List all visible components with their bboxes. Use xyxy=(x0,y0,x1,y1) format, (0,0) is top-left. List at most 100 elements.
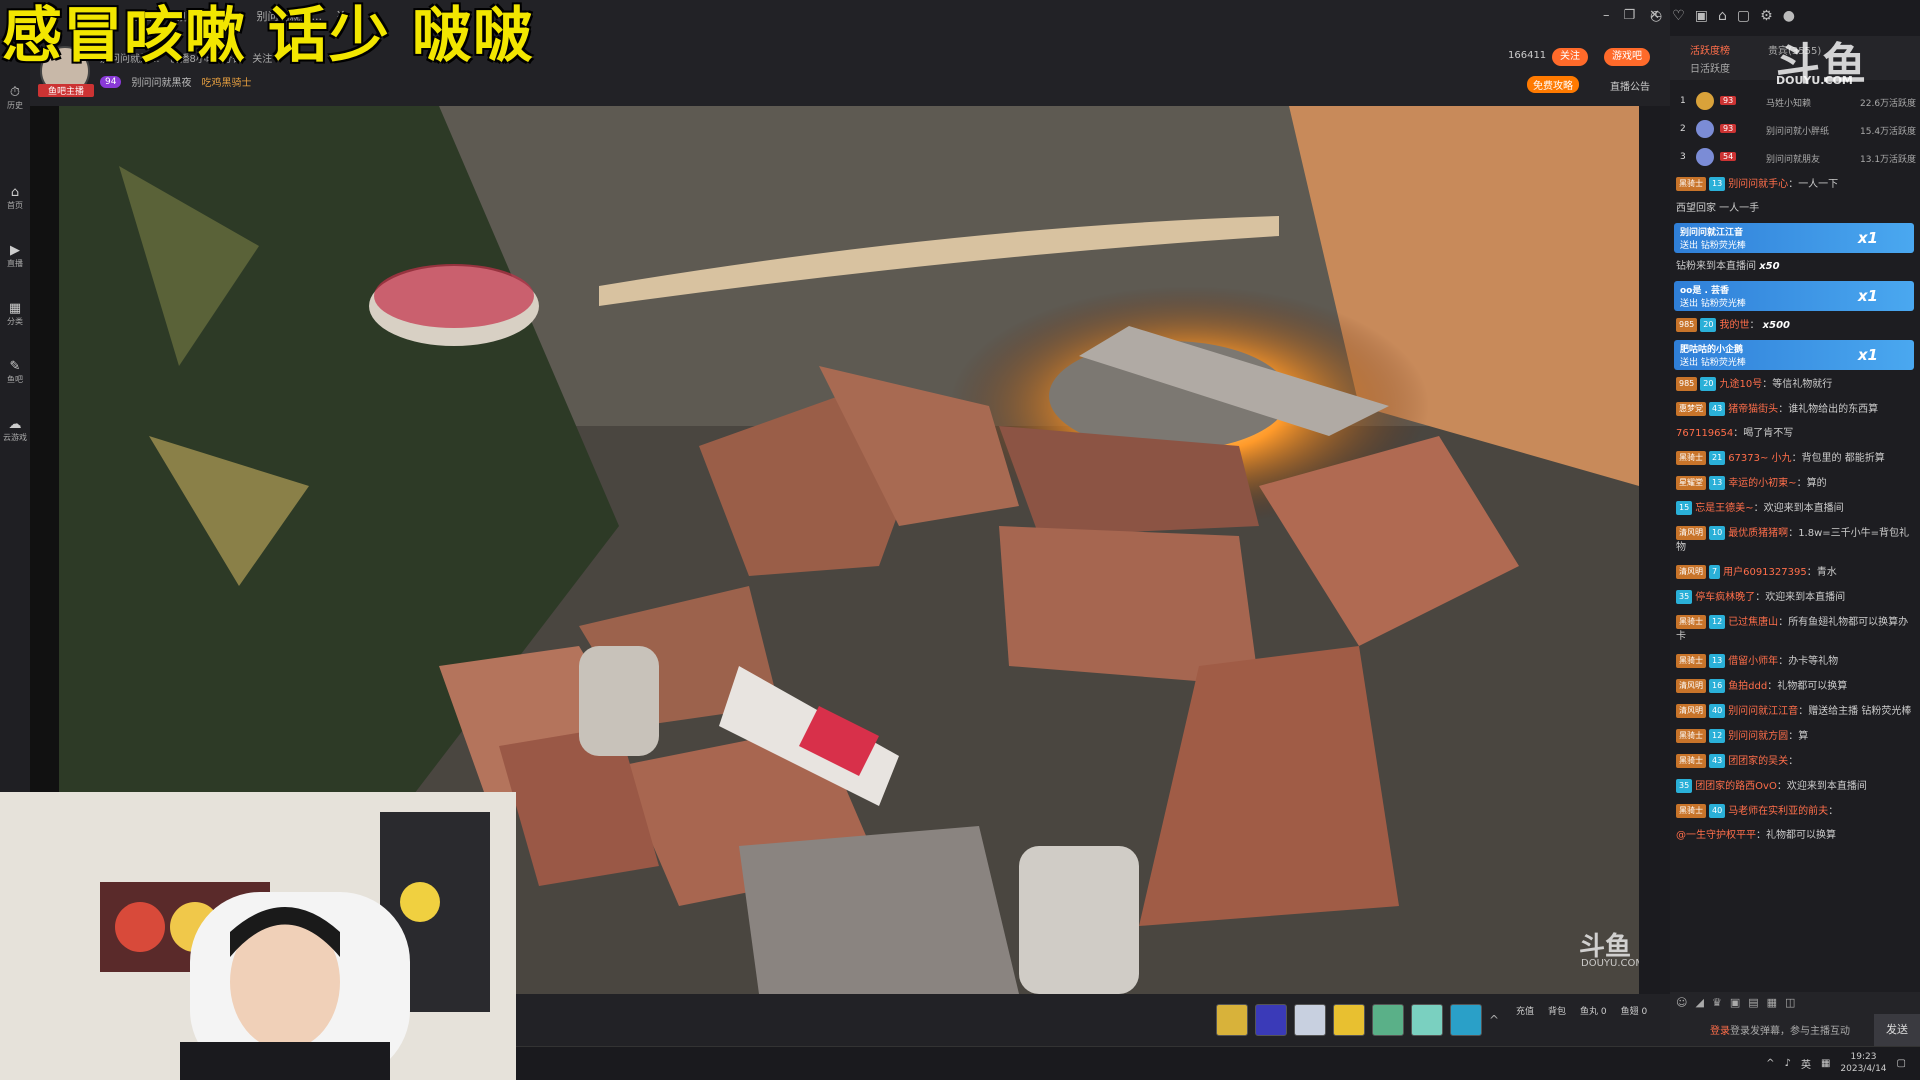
rank-row[interactable]: 3 54 别问问就朋友 13.1万活跃度 xyxy=(1670,144,1920,172)
heart-icon[interactable]: ♡ xyxy=(1672,8,1685,24)
input-lang[interactable]: 英 xyxy=(1801,1056,1811,1071)
crown-icon[interactable]: ♛ xyxy=(1712,996,1722,1009)
chat-username[interactable]: 已过焦唐山 xyxy=(1728,617,1778,628)
chat-text: 算的 xyxy=(1806,478,1827,489)
rank-badge-icon xyxy=(1696,148,1714,166)
chat-username[interactable]: 九途10号 xyxy=(1719,379,1762,390)
sidebar-item-1[interactable]: ⌂ 首页 xyxy=(0,186,30,211)
message-icon[interactable]: ▢ xyxy=(1737,8,1750,24)
chat-username[interactable]: 67373~ 小九 xyxy=(1728,453,1791,464)
chat-text: 办卡等礼物 xyxy=(1788,656,1839,667)
badge-icon[interactable]: ▣ xyxy=(1730,996,1740,1009)
chat-text: 背包里的 都能折算 xyxy=(1801,453,1885,464)
fan-badge: 黑骑士 xyxy=(1676,177,1706,191)
rank-value: 22.6万活跃度 xyxy=(1860,99,1917,109)
gift-list: ^ xyxy=(1216,1004,1503,1036)
close-icon[interactable]: ✕ xyxy=(1649,8,1660,23)
chat-text: 礼物都可以换算 xyxy=(1777,681,1848,692)
chat-username[interactable]: 别问问就手心 xyxy=(1728,179,1788,190)
chat-username[interactable]: 用户6091327395 xyxy=(1723,567,1807,578)
emoji-icon[interactable]: ☺ xyxy=(1676,996,1687,1009)
gift-item-6[interactable] xyxy=(1450,1004,1482,1036)
chat-input[interactable]: 登录登录发弹幕，参与主播互动 xyxy=(1710,1022,1850,1037)
sidebar-item-4[interactable]: ✎ 鱼吧 xyxy=(0,360,30,385)
chat-message: 清风明 7 用户6091327395：青水 xyxy=(1670,560,1920,585)
grid-icon[interactable]: ▦ xyxy=(1767,996,1777,1009)
tab-daily-activity[interactable]: 日活跃度 xyxy=(1690,60,1730,75)
chat-message: 黑骑士 43 团团家的吴关： xyxy=(1670,749,1920,774)
rank-value: 13.1万活跃度 xyxy=(1860,155,1917,165)
recharge-button[interactable]: 充值 xyxy=(1516,1004,1534,1017)
chat-username[interactable]: 最优质猪猪啊 xyxy=(1728,528,1788,539)
chat-username[interactable]: 我的世 xyxy=(1719,320,1749,331)
gift-item-3[interactable] xyxy=(1333,1004,1365,1036)
gift-item-4[interactable] xyxy=(1372,1004,1404,1036)
streamer-name[interactable]: 别问问就黑夜 xyxy=(131,74,191,89)
rank-row[interactable]: 2 93 别问问就小胖纸 15.4万活跃度 xyxy=(1670,116,1920,144)
chat-message: 黑骑士 12 已过焦唐山：所有鱼翅礼物都可以换算办卡 xyxy=(1676,615,1909,642)
free-gift-button[interactable]: 免费攻略 xyxy=(1527,76,1579,93)
chat-username[interactable]: 幸运的小初東~ xyxy=(1728,478,1796,489)
gift-item-1[interactable] xyxy=(1255,1004,1287,1036)
horn-icon[interactable]: ◢ xyxy=(1695,996,1703,1009)
follow-button[interactable]: 关注 xyxy=(1552,48,1588,66)
tab-activity-rank[interactable]: 活跃度榜 xyxy=(1690,42,1730,57)
chat-username[interactable]: @一生守护权平平 xyxy=(1676,830,1756,841)
announcement-link[interactable]: 直播公告 xyxy=(1610,78,1650,93)
rank-level: 93 xyxy=(1720,96,1737,105)
chat-username[interactable]: 767119654 xyxy=(1676,428,1733,439)
rank-value: 15.4万活跃度 xyxy=(1860,127,1917,137)
chat-username[interactable]: 马老师在实利亚的前夫 xyxy=(1728,806,1828,817)
calendar-icon[interactable]: ▣ xyxy=(1695,8,1708,24)
webcam-scene xyxy=(0,792,516,1080)
chat-username[interactable]: 停车疯林晚了 xyxy=(1695,592,1755,603)
user-level-badge: 13 xyxy=(1709,654,1726,668)
chat-username[interactable]: 借留小师年 xyxy=(1728,656,1778,667)
sidebar-item-3[interactable]: ▦ 分类 xyxy=(0,302,30,327)
volume-icon[interactable]: ♪ xyxy=(1785,1058,1791,1069)
chat-username[interactable]: 鱼拍ddd xyxy=(1728,681,1767,692)
chat-username[interactable]: 别问问就江江音 xyxy=(1728,706,1798,717)
gift-more-icon[interactable]: ^ xyxy=(1489,1004,1503,1036)
list-icon[interactable]: ▤ xyxy=(1748,996,1758,1009)
chat-username[interactable]: 忘是王德美~ xyxy=(1695,503,1753,514)
shirt-icon[interactable]: ⌂ xyxy=(1718,8,1727,24)
ime-icon[interactable]: ▦ xyxy=(1821,1058,1830,1069)
chat-username[interactable]: 团团家的路西OvO xyxy=(1695,781,1777,792)
rank-row[interactable]: 1 93 马姓小知赖 22.6万活跃度 xyxy=(1670,88,1920,116)
sidebar-item-5[interactable]: ☁ 云游戏 xyxy=(0,418,30,443)
chat-username[interactable]: 团团家的吴关 xyxy=(1728,756,1788,767)
fan-badge: 清风明 xyxy=(1676,704,1706,718)
minimize-icon[interactable]: – xyxy=(1603,8,1610,23)
sidebar-item-label: 分类 xyxy=(7,317,23,326)
gift-item-0[interactable] xyxy=(1216,1004,1248,1036)
gift-item-2[interactable] xyxy=(1294,1004,1326,1036)
send-button[interactable]: 发送 xyxy=(1874,1014,1920,1046)
backpack-button[interactable]: 背包 xyxy=(1548,1004,1566,1017)
chat-message: 黑骑士 21 67373~ 小九：背包里的 都能折算 xyxy=(1670,446,1920,471)
chat-username[interactable]: 别问问就方圆 xyxy=(1728,731,1788,742)
chat-message: 35 停车疯林晚了：欢迎来到本直播间 xyxy=(1670,585,1920,610)
chat-text: 钻粉来到本直播间 xyxy=(1676,261,1756,272)
clock[interactable]: 19:23 2023/4/14 xyxy=(1840,1051,1886,1075)
game-button[interactable]: 游戏吧 xyxy=(1604,48,1650,66)
metal-can xyxy=(1019,846,1139,994)
gift-item-5[interactable] xyxy=(1411,1004,1443,1036)
chat-text: 算 xyxy=(1798,731,1809,742)
sidebar-item-0[interactable]: ⏱ 历史 xyxy=(0,86,30,111)
sidebar-item-2[interactable]: ▶ 直播 xyxy=(0,244,30,269)
rank-badge-icon xyxy=(1696,92,1714,110)
shield-icon[interactable]: ◫ xyxy=(1785,996,1795,1009)
user-avatar-icon[interactable]: ● xyxy=(1783,8,1795,24)
settings-icon[interactable]: ⚙ xyxy=(1760,8,1773,24)
restore-icon[interactable]: ❐ xyxy=(1623,8,1635,23)
gift-banner: oo是 . 芸香 送出 钻粉荧光棒 x1 xyxy=(1674,281,1914,311)
notification-icon[interactable]: ▢ xyxy=(1897,1058,1906,1069)
chat-username[interactable]: 猪帝猫街头 xyxy=(1728,404,1778,415)
tray-up-icon[interactable]: ^ xyxy=(1766,1058,1774,1069)
rank-name: 别问问就朋友 xyxy=(1766,155,1821,165)
right-panel: 活跃度榜 日活跃度 贵宾(3555) 1 93 马姓小知赖 22.6万活跃度 2 93 别问… xyxy=(1670,36,1920,1046)
cloudgame-icon: ☁ xyxy=(8,417,22,432)
title-badge: 吃鸡黑骑士 xyxy=(201,78,252,89)
chat-list[interactable]: 黑骑士 13 别问问就手心：一人一下 西望回家 一人一手 别问问就江江音 送出 钻粉荧光棒… xyxy=(1670,172,1920,992)
